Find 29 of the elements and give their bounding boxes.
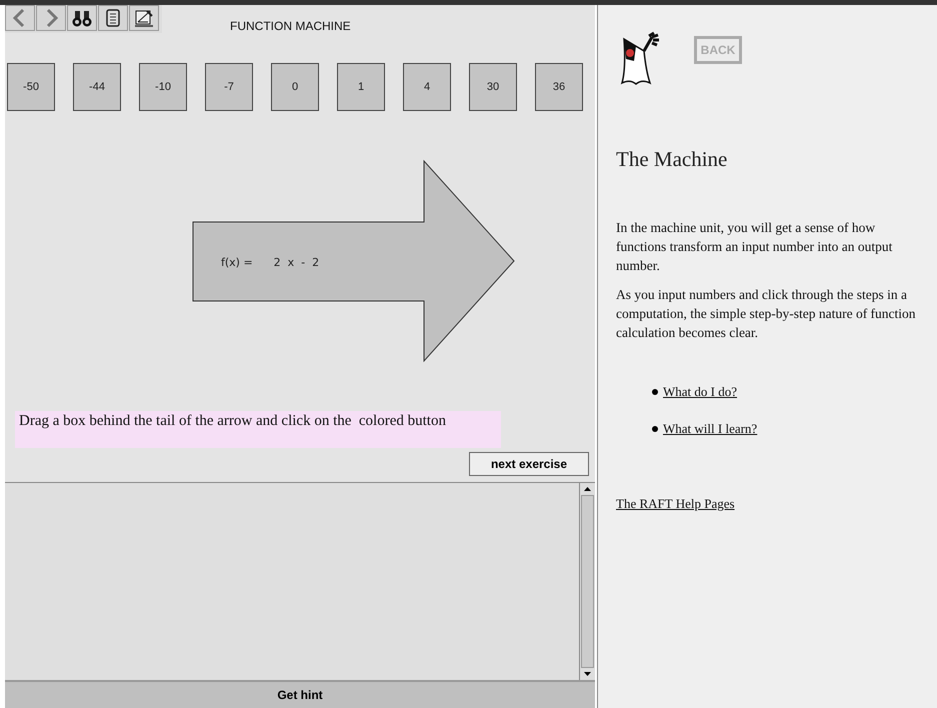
scrollbar[interactable] — [579, 483, 595, 680]
back-button[interactable] — [5, 5, 35, 31]
help-heading: The Machine — [616, 147, 728, 172]
instruction-text: Drag a box behind the tail of the arrow and click on the colored button — [15, 411, 501, 448]
scroll-button[interactable] — [98, 5, 128, 31]
help-paragraph: In the machine unit, you will get a sense of how functions transform an input number into an output number. — [616, 219, 894, 275]
number-tile[interactable]: 1 — [337, 63, 385, 111]
bullet-icon — [652, 426, 658, 432]
number-tile[interactable]: -10 — [139, 63, 187, 111]
help-pages-link[interactable]: The RAFT Help Pages — [616, 496, 735, 511]
machine-title: FUNCTION MACHINE — [230, 19, 352, 33]
number-tile[interactable]: -50 — [7, 63, 55, 111]
function-formula: f(x) = 2 x - 2 — [221, 256, 320, 269]
help-paragraph: As you input numbers and click through the steps in a computation, the simple step-by-step nature of function calculation becomes clear. — [616, 286, 917, 342]
next-exercise-button[interactable]: next exercise — [469, 452, 589, 476]
number-tile[interactable]: 36 — [535, 63, 583, 111]
binoculars-button[interactable] — [67, 5, 97, 31]
number-tile[interactable]: -7 — [205, 63, 253, 111]
drawing-tools-button[interactable] — [129, 5, 159, 31]
number-tile[interactable]: 4 — [403, 63, 451, 111]
bullet-icon — [652, 389, 658, 395]
get-hint-button[interactable]: Get hint — [5, 680, 595, 708]
number-tile[interactable]: -44 — [73, 63, 121, 111]
drawing-tools-icon — [134, 8, 154, 28]
help-link[interactable]: What will I learn? — [663, 421, 758, 437]
binoculars-icon — [72, 8, 92, 28]
help-link[interactable]: What do I do? — [663, 384, 738, 400]
number-tile[interactable]: 0 — [271, 63, 319, 111]
number-tile[interactable]: 30 — [469, 63, 517, 111]
